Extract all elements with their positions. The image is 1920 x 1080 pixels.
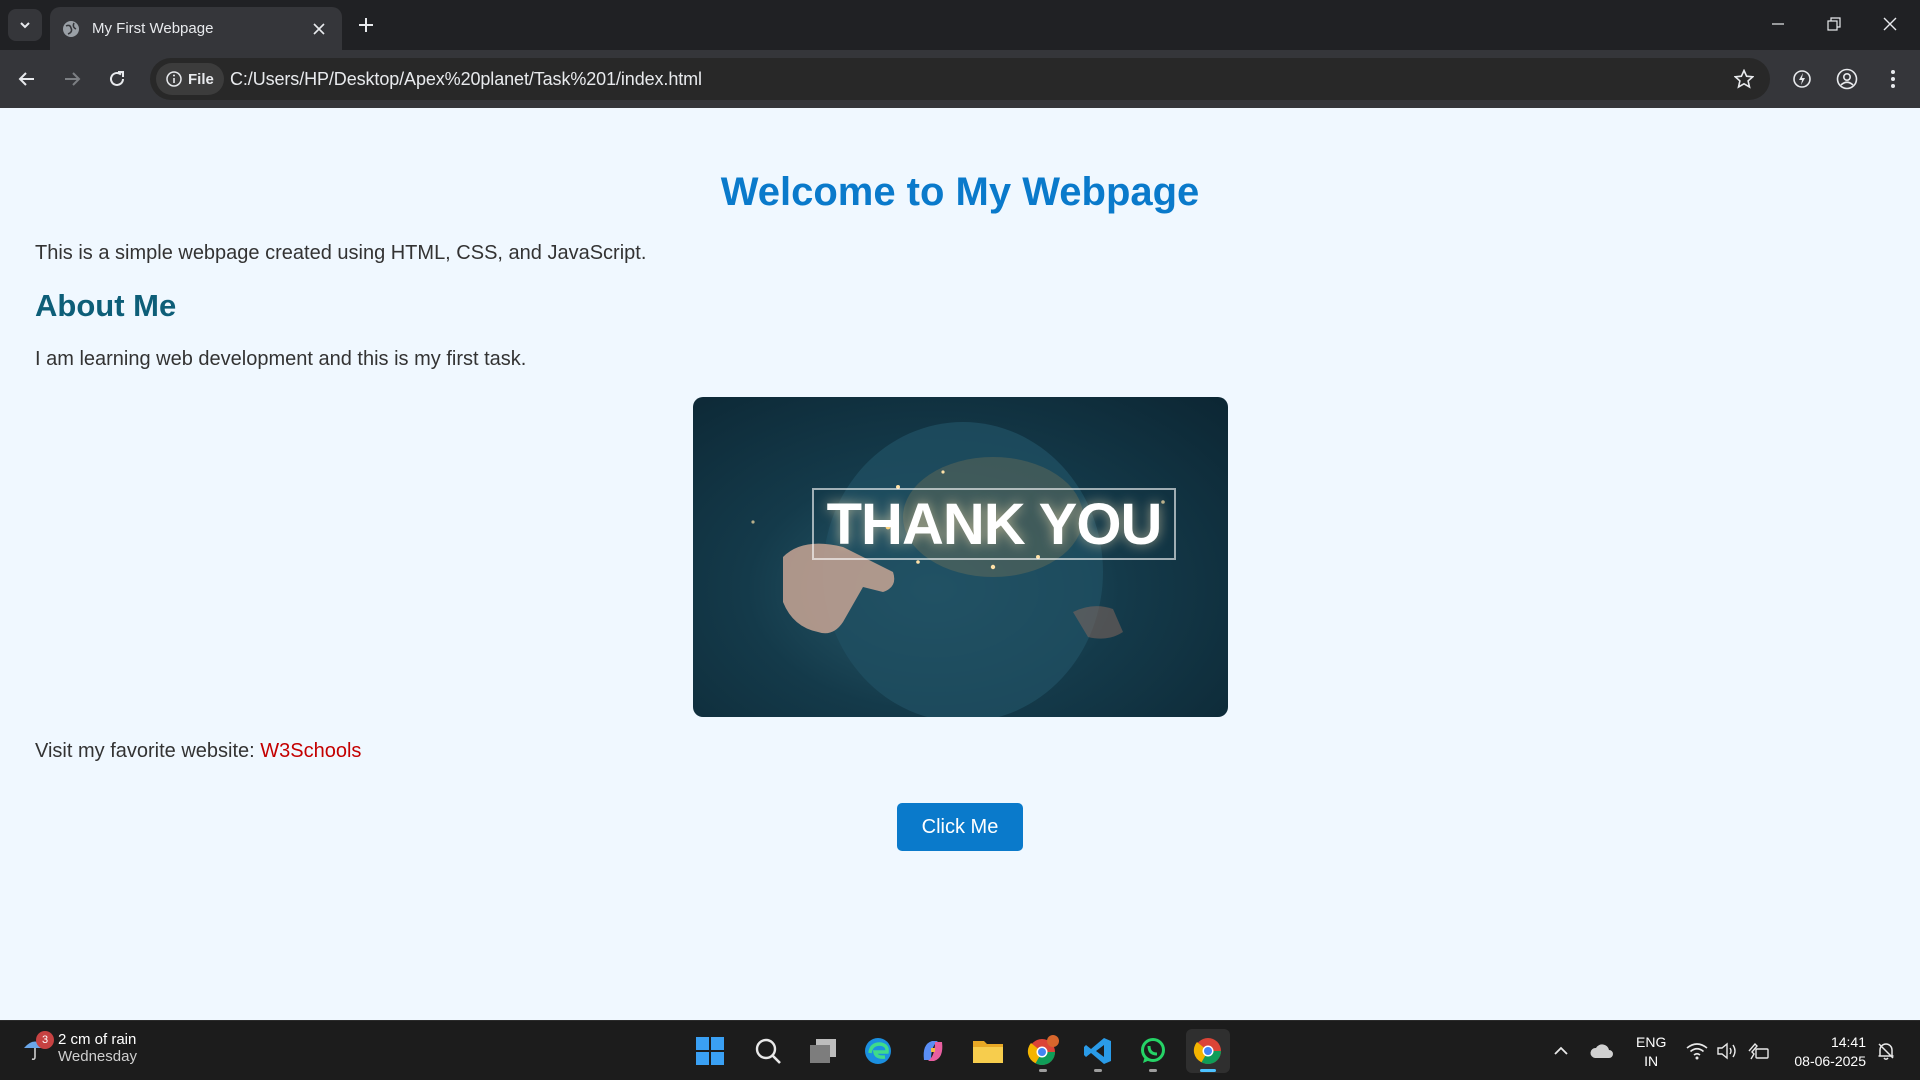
task-view-button[interactable] xyxy=(801,1029,845,1073)
browser-toolbar: File C:/Users/HP/Desktop/Apex%20planet/T… xyxy=(0,50,1920,108)
start-button[interactable] xyxy=(688,1029,732,1073)
thank-you-image: THANK YOU xyxy=(693,397,1228,717)
profile-button[interactable] xyxy=(1831,63,1863,95)
chrome-profile-app[interactable] xyxy=(1021,1029,1065,1073)
reload-button[interactable] xyxy=(101,63,133,95)
battery-button[interactable] xyxy=(1746,1039,1770,1063)
new-tab-button[interactable] xyxy=(352,11,380,39)
wifi-button[interactable] xyxy=(1685,1039,1709,1063)
performance-button[interactable] xyxy=(1786,63,1818,95)
clock[interactable]: 14:41 08-06-2025 xyxy=(1786,1033,1866,1071)
site-chip-label: File xyxy=(188,70,214,88)
site-info-chip[interactable]: File xyxy=(156,63,224,95)
taskbar: 3 2 cm of rain Wednesday ENG IN 14:41 08… xyxy=(0,1020,1920,1080)
wifi-icon xyxy=(1686,1043,1708,1060)
weather-widget[interactable]: 3 2 cm of rain Wednesday xyxy=(22,1031,137,1065)
speaker-icon xyxy=(1717,1042,1736,1060)
info-icon xyxy=(166,71,182,87)
file-explorer-icon xyxy=(973,1041,1003,1063)
close-icon xyxy=(313,22,325,35)
address-bar[interactable]: File C:/Users/HP/Desktop/Apex%20planet/T… xyxy=(150,58,1770,100)
visit-text: Visit my favorite website: W3Schools xyxy=(35,740,361,763)
edge-app[interactable] xyxy=(856,1029,900,1073)
url-text[interactable]: C:/Users/HP/Desktop/Apex%20planet/Task%2… xyxy=(230,69,702,90)
intro-text: This is a simple webpage created using H… xyxy=(35,242,647,264)
umbrella-icon: 3 xyxy=(22,1031,54,1061)
task-view-icon xyxy=(810,1039,836,1063)
file-explorer-app[interactable] xyxy=(966,1029,1010,1073)
menu-button[interactable] xyxy=(1877,63,1909,95)
page-viewport: Welcome to My Webpage This is a simple w… xyxy=(0,108,1920,1020)
back-button[interactable] xyxy=(11,63,43,95)
restore-icon xyxy=(1827,17,1841,31)
restore-button[interactable] xyxy=(1814,8,1854,40)
chevron-up-icon xyxy=(1554,1046,1568,1055)
visit-prefix: Visit my favorite website: xyxy=(35,740,261,762)
plus-icon xyxy=(359,18,373,32)
whatsapp-app[interactable] xyxy=(1131,1029,1175,1073)
reload-icon xyxy=(110,71,124,86)
about-text: I am learning web development and this i… xyxy=(35,348,527,370)
page-title: Welcome to My Webpage xyxy=(720,170,1200,214)
volume-button[interactable] xyxy=(1716,1039,1740,1063)
chevron-down-icon xyxy=(20,22,30,29)
globe-icon xyxy=(62,20,80,38)
star-icon xyxy=(1734,69,1754,89)
active-indicator xyxy=(1200,1069,1216,1072)
about-heading: About Me xyxy=(35,288,177,323)
more-vertical-icon xyxy=(1891,70,1895,88)
chrome-app[interactable] xyxy=(1186,1029,1230,1073)
arrow-right-icon xyxy=(65,72,81,86)
minimize-icon xyxy=(1772,23,1784,25)
window-close-button[interactable] xyxy=(1870,8,1910,40)
w3schools-link[interactable]: W3Schools xyxy=(260,740,361,762)
bookmark-button[interactable] xyxy=(1728,63,1760,95)
forward-button[interactable] xyxy=(56,63,88,95)
edge-icon xyxy=(865,1038,891,1064)
bell-icon xyxy=(1878,1043,1894,1060)
tab-active[interactable]: My First Webpage xyxy=(50,7,342,50)
weather-main: 2 cm of rain xyxy=(58,1031,137,1048)
region-code: IN xyxy=(1644,1053,1659,1069)
copilot-icon xyxy=(923,1041,943,1061)
clock-time: 14:41 xyxy=(1830,1034,1866,1050)
account-icon xyxy=(1836,68,1858,90)
language-indicator[interactable]: ENG IN xyxy=(1636,1033,1666,1071)
search-icon xyxy=(755,1038,781,1064)
search-button[interactable] xyxy=(746,1029,790,1073)
cloud-icon xyxy=(1590,1044,1613,1058)
vscode-app[interactable] xyxy=(1076,1029,1120,1073)
tab-close-button[interactable] xyxy=(308,18,330,40)
weather-badge: 3 xyxy=(36,1031,54,1049)
whatsapp-icon xyxy=(1141,1038,1165,1063)
start-icon xyxy=(696,1037,724,1065)
battery-charging-icon xyxy=(1748,1042,1769,1060)
thank-you-text: THANK YOU xyxy=(812,488,1176,560)
weather-sub: Wednesday xyxy=(58,1048,137,1065)
chrome-icon xyxy=(1193,1038,1222,1065)
close-icon xyxy=(1883,17,1897,31)
clock-date: 08-06-2025 xyxy=(1794,1053,1866,1069)
language-code: ENG xyxy=(1636,1034,1667,1050)
copilot-app[interactable] xyxy=(911,1029,955,1073)
onedrive-button[interactable] xyxy=(1590,1039,1614,1063)
click-me-button[interactable]: Click Me xyxy=(897,803,1023,851)
minimize-button[interactable] xyxy=(1758,8,1798,40)
chrome-profile-icon xyxy=(1027,1035,1059,1066)
running-indicator xyxy=(1149,1069,1157,1072)
running-indicator xyxy=(1094,1069,1102,1072)
tab-title: My First Webpage xyxy=(92,20,214,37)
notifications-button[interactable] xyxy=(1874,1039,1898,1063)
tab-strip: My First Webpage xyxy=(0,0,1920,50)
running-indicator xyxy=(1039,1069,1047,1072)
show-hidden-icons-button[interactable] xyxy=(1549,1039,1573,1063)
arrow-left-icon xyxy=(18,72,34,86)
tab-search-button[interactable] xyxy=(8,9,42,41)
speedometer-icon xyxy=(1793,70,1811,88)
vscode-icon xyxy=(1084,1038,1111,1064)
